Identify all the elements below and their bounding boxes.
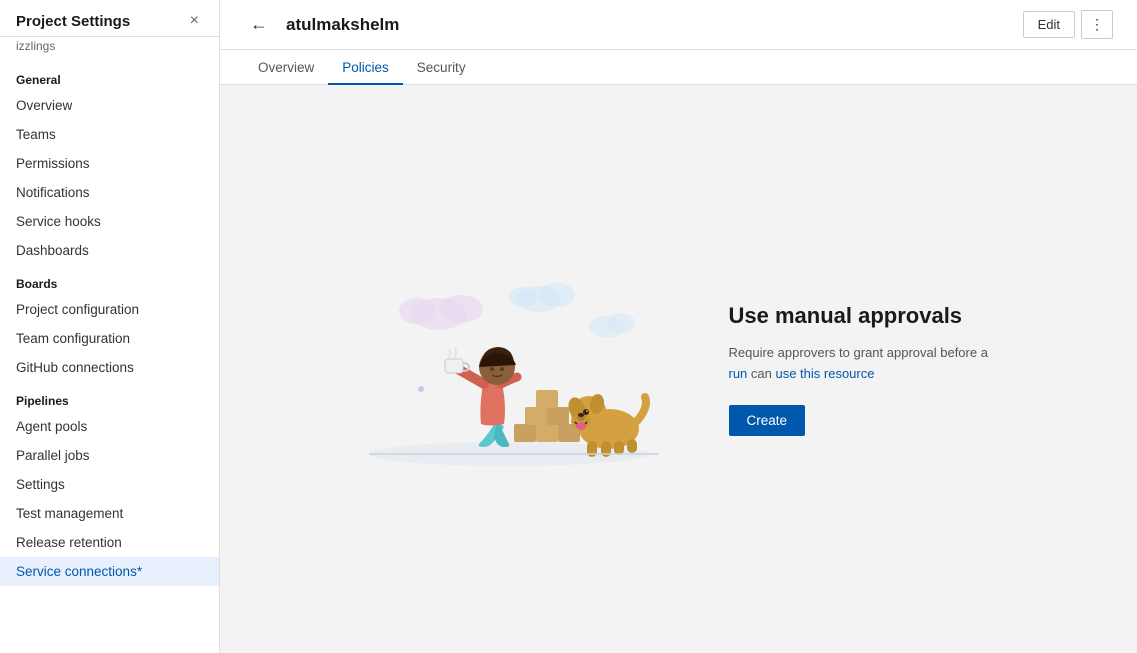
desc-run: run [729, 366, 748, 381]
sidebar-item-service-hooks[interactable]: Service hooks [0, 207, 219, 236]
back-button[interactable]: ← [244, 12, 274, 37]
tabs: Overview Policies Security [220, 50, 1137, 85]
sidebar-item-team-configuration[interactable]: Team configuration [0, 324, 219, 353]
sidebar-item-release-retention[interactable]: Release retention [0, 528, 219, 557]
sidebar-item-notifications[interactable]: Notifications [0, 178, 219, 207]
sidebar-header: Project Settings × [0, 0, 219, 37]
sidebar-item-github-connections[interactable]: GitHub connections [0, 353, 219, 382]
sidebar-item-test-management[interactable]: Test management [0, 499, 219, 528]
tab-policies[interactable]: Policies [328, 50, 403, 85]
sidebar-item-parallel-jobs[interactable]: Parallel jobs [0, 441, 219, 470]
desc-part1: Require approvers to grant approval befo… [729, 345, 988, 360]
message-desc: Require approvers to grant approval befo… [729, 343, 1009, 385]
topbar-actions: Edit ⋮ [1023, 10, 1113, 39]
content-area: Use manual approvals Require approvers t… [220, 85, 1137, 653]
tab-overview[interactable]: Overview [244, 50, 328, 85]
sidebar-item-project-configuration[interactable]: Project configuration [0, 295, 219, 324]
tab-security[interactable]: Security [403, 50, 480, 85]
section-boards: Boards [0, 265, 219, 295]
sidebar-item-teams[interactable]: Teams [0, 120, 219, 149]
topbar-title: atulmakshelm [286, 15, 1011, 35]
sidebar-subtitle: izzlings [0, 37, 219, 61]
close-button[interactable]: × [186, 10, 203, 32]
sidebar-item-permissions[interactable]: Permissions [0, 149, 219, 178]
edit-button[interactable]: Edit [1023, 11, 1075, 38]
sidebar-item-pipeline-settings[interactable]: Settings [0, 470, 219, 499]
message-title: Use manual approvals [729, 302, 1009, 331]
sidebar-item-service-connections[interactable]: Service connections* [0, 557, 219, 586]
sidebar-item-agent-pools[interactable]: Agent pools [0, 412, 219, 441]
message-box: Use manual approvals Require approvers t… [729, 302, 1009, 435]
section-pipelines: Pipelines [0, 382, 219, 412]
main-content: ← atulmakshelm Edit ⋮ Overview Policies … [220, 0, 1137, 653]
topbar: ← atulmakshelm Edit ⋮ [220, 0, 1137, 50]
sidebar-item-overview[interactable]: Overview [0, 91, 219, 120]
desc-use: use this resource [775, 366, 874, 381]
section-general: General [0, 61, 219, 91]
sidebar: Project Settings × izzlings General Over… [0, 0, 220, 653]
more-button[interactable]: ⋮ [1081, 10, 1113, 39]
sidebar-title: Project Settings [16, 13, 130, 30]
create-button[interactable]: Create [729, 405, 806, 436]
illustration-image [349, 259, 669, 479]
desc-part2: can [747, 366, 775, 381]
sidebar-item-dashboards[interactable]: Dashboards [0, 236, 219, 265]
illustration-area: Use manual approvals Require approvers t… [329, 239, 1029, 499]
